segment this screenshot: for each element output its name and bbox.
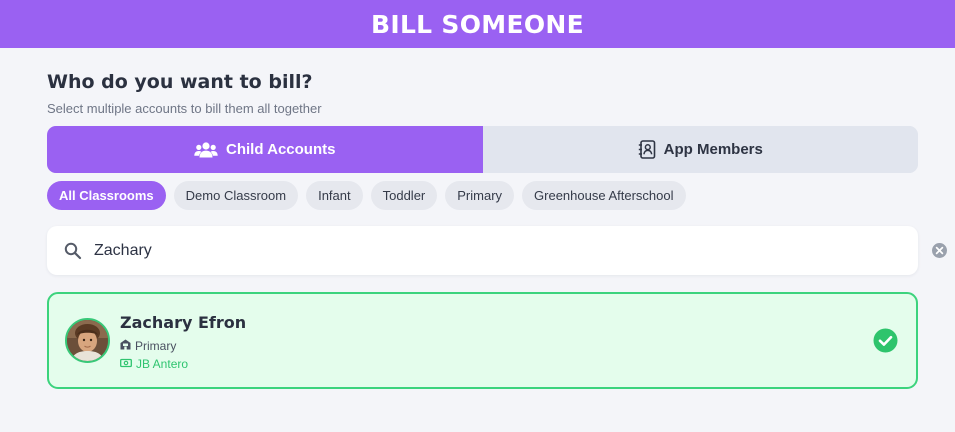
page-header: BILL SOMEONE xyxy=(0,0,955,48)
billing-account: JB Antero xyxy=(120,357,188,371)
tab-child-accounts[interactable]: Child Accounts xyxy=(47,126,483,173)
bill-subtitle: Select multiple accounts to bill them al… xyxy=(47,101,322,116)
child-classroom-label: Primary xyxy=(135,339,177,353)
account-type-tabs: Child Accounts App Members xyxy=(47,126,918,173)
clear-search-icon[interactable] xyxy=(931,242,948,264)
tab-child-accounts-label: Child Accounts xyxy=(226,141,336,158)
billing-account-label: JB Antero xyxy=(136,357,189,371)
page-title: BILL SOMEONE xyxy=(371,9,584,39)
classroom-filters: All Classrooms Demo Classroom Infant Tod… xyxy=(47,181,686,210)
selected-check-icon xyxy=(873,328,898,358)
search-icon xyxy=(64,242,82,265)
filter-chip-toddler[interactable]: Toddler xyxy=(370,181,438,210)
tab-app-members[interactable]: App Members xyxy=(482,126,918,173)
bill-question: Who do you want to bill? xyxy=(47,71,313,93)
account-result-card[interactable]: Zachary Efron Primary JB Antero xyxy=(47,292,918,389)
child-name: Zachary Efron xyxy=(120,313,247,332)
tab-app-members-label: App Members xyxy=(663,141,763,158)
search-input[interactable] xyxy=(94,238,874,264)
filter-chip-all-classrooms[interactable]: All Classrooms xyxy=(47,181,166,210)
search-bar xyxy=(47,226,947,275)
child-classroom: Primary xyxy=(120,339,176,353)
filter-chip-greenhouse-afterschool[interactable]: Greenhouse Afterschool xyxy=(522,181,686,210)
contact-card-icon xyxy=(638,140,656,159)
filter-chip-demo-classroom[interactable]: Demo Classroom xyxy=(173,181,299,210)
filter-chip-infant[interactable]: Infant xyxy=(306,181,363,210)
filter-chip-primary[interactable]: Primary xyxy=(445,181,515,210)
avatar xyxy=(65,318,110,363)
classroom-icon xyxy=(120,339,131,353)
users-icon xyxy=(194,141,218,159)
money-icon xyxy=(120,357,132,371)
